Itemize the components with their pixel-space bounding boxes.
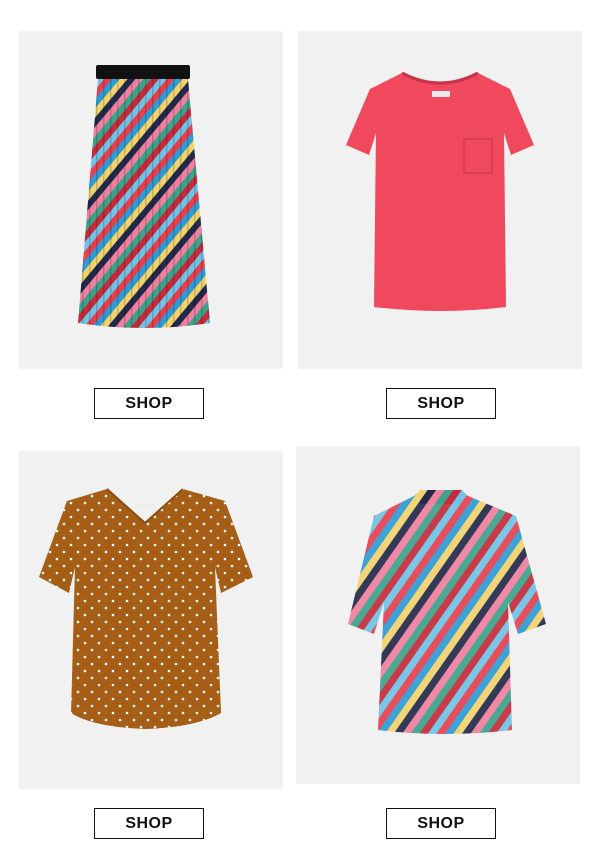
- skirt-illustration: [78, 65, 210, 328]
- shop-button-striped-top[interactable]: SHOP: [386, 808, 496, 839]
- product-image-striped-top[interactable]: [296, 446, 580, 784]
- product-image-blouse[interactable]: [19, 451, 283, 789]
- product-image-tee[interactable]: [298, 31, 582, 369]
- shop-button-blouse[interactable]: SHOP: [94, 808, 204, 839]
- product-image-skirt[interactable]: [19, 31, 283, 369]
- shop-button-skirt[interactable]: SHOP: [94, 388, 204, 419]
- striped-top-illustration: [348, 490, 546, 734]
- blouse-illustration: [39, 488, 253, 729]
- tshirt-illustration: [346, 71, 534, 311]
- shop-button-tee[interactable]: SHOP: [386, 388, 496, 419]
